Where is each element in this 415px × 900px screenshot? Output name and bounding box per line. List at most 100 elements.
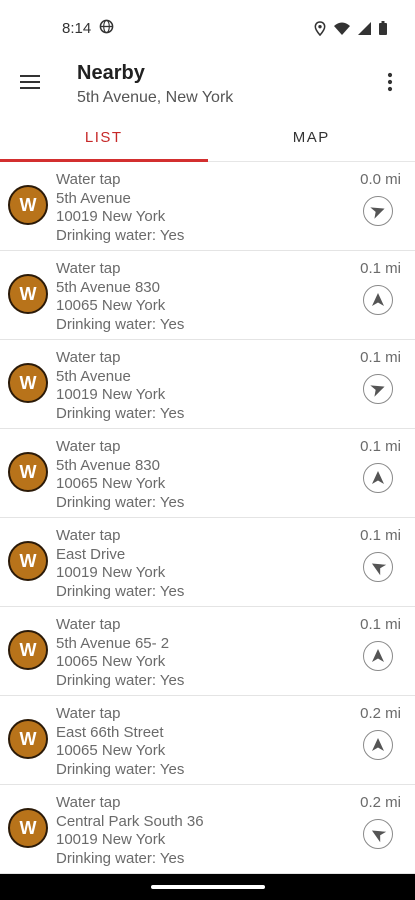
item-drinking-water: Drinking water: Yes [56, 760, 185, 778]
navigation-arrow-icon [372, 293, 384, 306]
item-name: Water tap [56, 794, 121, 811]
navigate-button[interactable] [363, 641, 393, 671]
list-item[interactable]: W Water tap Central Park South 36 10019 New… [0, 785, 415, 874]
navigate-button[interactable] [363, 552, 393, 582]
marker-badge: W [19, 372, 37, 393]
item-drinking-water: Drinking water: Yes [56, 493, 185, 511]
item-distance: 0.2 mi [360, 705, 401, 722]
menu-button[interactable] [12, 64, 48, 100]
item-name: Water tap [56, 705, 121, 722]
item-city: 10019 New York [56, 386, 166, 403]
overflow-menu-button[interactable] [375, 64, 405, 100]
marker-badge: W [19, 550, 37, 571]
item-distance: 0.0 mi [360, 171, 401, 188]
item-drinking-water: Drinking water: Yes [56, 315, 185, 333]
list-item[interactable]: W Water tap East Drive 10019 New York Drinki… [0, 518, 415, 607]
item-city: 10065 New York [56, 475, 166, 492]
title-block: Nearby 5th Avenue, New York [77, 60, 233, 109]
item-city: 10065 New York [56, 653, 166, 670]
navigate-button[interactable] [363, 819, 393, 849]
home-gesture-handle[interactable] [151, 885, 265, 889]
location-icon [314, 20, 326, 36]
item-details: Water tap East 66th Street 10065 New York D… [56, 705, 184, 779]
navigate-button[interactable] [363, 285, 393, 315]
battery-icon [379, 21, 387, 35]
item-street: 5th Avenue 830 [56, 456, 160, 474]
item-street: 5th Avenue [56, 367, 131, 385]
water-tap-marker-icon: W [8, 719, 48, 759]
item-name: Water tap [56, 527, 121, 544]
item-name: Water tap [56, 616, 121, 633]
list-item[interactable]: W Water tap East 66th Street 10065 New York… [0, 696, 415, 785]
item-distance: 0.1 mi [360, 527, 401, 544]
item-street: East 66th Street [56, 723, 164, 741]
app-bar: Nearby 5th Avenue, New York [0, 56, 415, 118]
system-navigation-bar [0, 874, 415, 900]
item-drinking-water: Drinking water: Yes [56, 671, 185, 689]
navigation-arrow-icon [372, 649, 384, 662]
navigate-button[interactable] [363, 374, 393, 404]
marker-badge: W [19, 461, 37, 482]
navigate-button[interactable] [363, 196, 393, 226]
navigate-button[interactable] [363, 463, 393, 493]
item-distance: 0.2 mi [360, 794, 401, 811]
item-name: Water tap [56, 349, 121, 366]
vpn-globe-icon [99, 19, 114, 38]
item-details: Water tap 5th Avenue 10019 New York Drinkin… [56, 171, 184, 245]
navigation-arrow-icon [371, 830, 387, 843]
list-item[interactable]: W Water tap 5th Avenue 830 10065 New York Dr… [0, 429, 415, 518]
signal-icon [358, 21, 371, 35]
item-street: East Drive [56, 545, 126, 563]
tab-list[interactable]: LIST [0, 118, 208, 162]
status-time: 8:14 [62, 19, 92, 37]
item-details: Water tap East Drive 10019 New York Drinkin… [56, 527, 184, 601]
tab-bar: LIST MAP [0, 118, 415, 162]
item-drinking-water: Drinking water: Yes [56, 404, 185, 422]
list-item[interactable]: W Water tap 5th Avenue 830 10065 New York Dr… [0, 251, 415, 340]
water-tap-marker-icon: W [8, 185, 48, 225]
marker-badge: W [19, 728, 37, 749]
item-street: Central Park South 36 [56, 812, 204, 830]
item-drinking-water: Drinking water: Yes [56, 226, 185, 244]
status-left: 8:14 [62, 19, 114, 38]
item-city: 10065 New York [56, 297, 166, 314]
water-tap-marker-icon: W [8, 808, 48, 848]
item-city: 10019 New York [56, 208, 166, 225]
status-right [314, 20, 387, 36]
nearby-list: W Water tap 5th Avenue 10019 New York Drinki… [0, 162, 415, 874]
marker-badge: W [19, 283, 37, 304]
water-tap-marker-icon: W [8, 363, 48, 403]
item-name: Water tap [56, 171, 121, 188]
list-item[interactable]: W Water tap 5th Avenue 10019 New York Drinki… [0, 340, 415, 429]
item-distance: 0.1 mi [360, 616, 401, 633]
list-item[interactable]: W Water tap 5th Avenue 65- 2 10065 New York… [0, 607, 415, 696]
marker-badge: W [19, 639, 37, 660]
water-tap-marker-icon: W [8, 452, 48, 492]
item-details: Water tap 5th Avenue 65- 2 10065 New York D… [56, 616, 184, 690]
marker-badge: W [19, 194, 37, 215]
navigation-arrow-icon [372, 738, 384, 751]
item-details: Water tap 5th Avenue 10019 New York Drinkin… [56, 349, 184, 423]
navigation-arrow-icon [370, 385, 385, 397]
tab-map[interactable]: MAP [208, 118, 415, 161]
item-details: Water tap 5th Avenue 830 10065 New York Dri… [56, 260, 184, 334]
item-street: 5th Avenue 830 [56, 278, 160, 296]
list-item[interactable]: W Water tap 5th Avenue 10019 New York Drinki… [0, 162, 415, 251]
item-name: Water tap [56, 260, 121, 277]
item-city: 10065 New York [56, 742, 166, 759]
navigation-arrow-icon [372, 471, 384, 484]
hamburger-icon [20, 75, 40, 89]
page-subtitle: 5th Avenue, New York [77, 89, 234, 106]
item-details: Water tap 5th Avenue 830 10065 New York Dri… [56, 438, 184, 512]
item-distance: 0.1 mi [360, 438, 401, 455]
item-details: Water tap Central Park South 36 10019 New … [56, 794, 204, 868]
status-bar: 8:14 [0, 0, 415, 56]
item-drinking-water: Drinking water: Yes [56, 849, 185, 867]
navigation-arrow-icon [370, 207, 385, 219]
navigate-button[interactable] [363, 730, 393, 760]
item-name: Water tap [56, 438, 121, 455]
item-city: 10019 New York [56, 564, 166, 581]
item-city: 10019 New York [56, 831, 166, 848]
water-tap-marker-icon: W [8, 274, 48, 314]
water-tap-marker-icon: W [8, 541, 48, 581]
